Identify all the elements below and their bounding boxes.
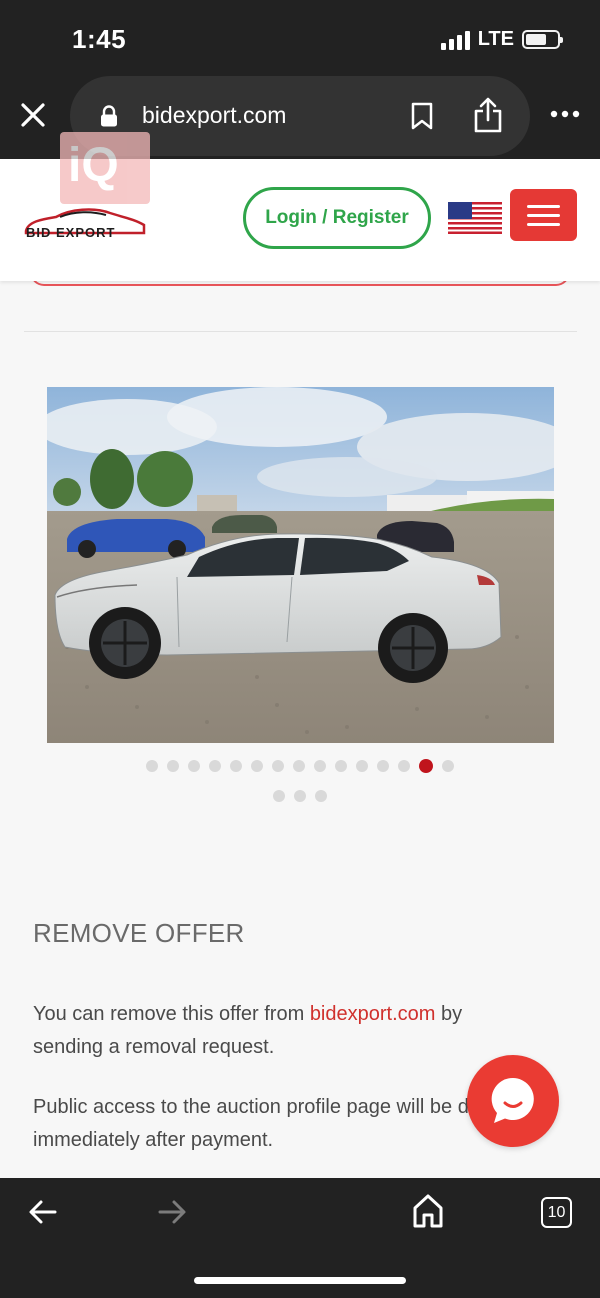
carousel-dots-row-1 (0, 759, 600, 773)
share-icon[interactable] (472, 96, 504, 134)
remove-offer-paragraph: You can remove this offer from bidexport… (33, 998, 533, 1064)
carousel-dot[interactable] (167, 760, 179, 772)
carousel-dot[interactable] (335, 760, 347, 772)
more-options-icon[interactable] (550, 107, 580, 121)
carousel-dot[interactable] (273, 790, 285, 802)
paragraph-text: You can remove this offer from (33, 1003, 310, 1025)
carousel-dot[interactable] (146, 760, 158, 772)
tabs-count-button[interactable]: 10 (541, 1197, 572, 1228)
home-indicator (194, 1277, 406, 1284)
carousel-dot[interactable] (293, 760, 305, 772)
carousel-dot-active[interactable] (419, 759, 433, 773)
bookmark-icon[interactable] (410, 102, 434, 130)
carousel-dot[interactable] (188, 760, 200, 772)
signal-icon (440, 30, 470, 50)
close-icon[interactable] (18, 100, 48, 130)
logo-text: BID EXPORT (26, 225, 116, 240)
lock-icon (101, 105, 117, 127)
carousel-dot[interactable] (209, 760, 221, 772)
back-arrow-icon[interactable] (28, 1198, 58, 1226)
carousel-dot[interactable] (251, 760, 263, 772)
us-flag-icon[interactable] (448, 202, 502, 234)
site-logo[interactable]: BID EXPORT (22, 199, 152, 249)
public-access-paragraph: Public access to the auction profile pag… (33, 1096, 533, 1151)
status-time: 1:45 (72, 24, 127, 54)
carousel-dot[interactable] (442, 760, 454, 772)
login-register-button[interactable]: Login / Register (243, 187, 431, 249)
url-text[interactable]: bidexport.com (142, 102, 286, 129)
carousel-dot[interactable] (230, 760, 242, 772)
car-image (47, 387, 554, 743)
status-indicators: LTE (440, 28, 563, 51)
network-label: LTE (477, 28, 514, 50)
forward-arrow-icon[interactable] (157, 1198, 187, 1226)
carousel-dot[interactable] (272, 760, 284, 772)
carousel-dot[interactable] (398, 760, 410, 772)
car-photo[interactable] (47, 387, 554, 743)
carousel-dot[interactable] (314, 760, 326, 772)
chat-bubble-icon (491, 1077, 534, 1123)
carousel-dot[interactable] (294, 790, 306, 802)
carousel-dot[interactable] (377, 760, 389, 772)
divider (24, 331, 577, 332)
chat-button[interactable] (467, 1055, 559, 1147)
battery-icon (522, 30, 563, 49)
carousel-dots-row-2 (0, 790, 600, 802)
bidexport-link[interactable]: bidexport.com (310, 1003, 436, 1025)
watermark: iQ (60, 132, 150, 204)
remove-offer-title: REMOVE OFFER (33, 918, 245, 948)
home-icon[interactable] (412, 1193, 444, 1229)
carousel-dot[interactable] (356, 760, 368, 772)
carousel-dot[interactable] (315, 790, 327, 802)
hamburger-menu-button[interactable] (510, 189, 577, 241)
